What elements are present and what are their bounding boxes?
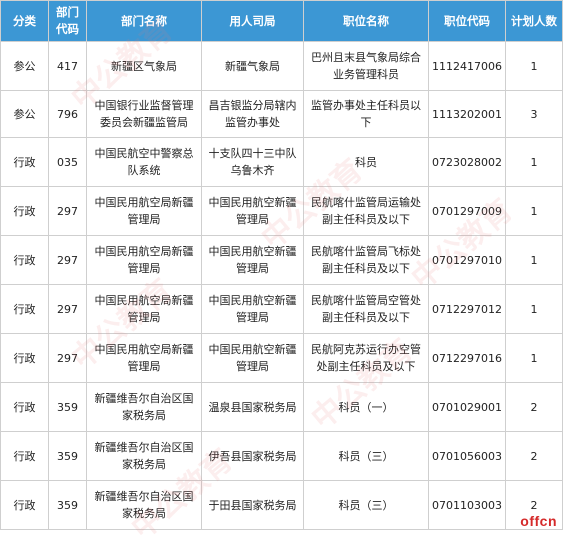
cell-position-name: 民航阿克苏运行办空管处副主任科员及以下 <box>303 333 429 383</box>
header-position-name: 职位名称 <box>303 0 429 42</box>
cell-planned-count: 1 <box>505 137 563 187</box>
cell-dept-code: 297 <box>48 186 87 236</box>
cell-position-code: 1113202001 <box>428 90 506 138</box>
cell-hiring-bureau: 十支队四十三中队乌鲁木齐 <box>201 137 304 187</box>
cell-dept-name: 新疆区气象局 <box>86 41 202 91</box>
cell-category: 行政 <box>0 235 49 285</box>
cell-dept-code: 417 <box>48 41 87 91</box>
cell-planned-count: 1 <box>505 284 563 334</box>
header-hiring-bureau: 用人司局 <box>201 0 304 42</box>
cell-position-name: 民航喀什监管局运输处副主任科员及以下 <box>303 186 429 236</box>
table-row: 行政 359 新疆维吾尔自治区国家税务局 于田县国家税务局 科员（三） 070110300… <box>0 480 563 530</box>
cell-planned-count: 1 <box>505 333 563 383</box>
table-row: 行政 297 中国民用航空局新疆管理局 中国民用航空新疆管理局 民航喀什监管局飞标处副主… <box>0 235 563 285</box>
cell-position-code: 0701297009 <box>428 186 506 236</box>
cell-position-code: 0723028002 <box>428 137 506 187</box>
cell-position-name: 巴州且末县气象局综合业务管理科员 <box>303 41 429 91</box>
cell-dept-name: 新疆维吾尔自治区国家税务局 <box>86 382 202 432</box>
cell-hiring-bureau: 中国民用航空新疆管理局 <box>201 186 304 236</box>
cell-dept-code: 297 <box>48 333 87 383</box>
cell-category: 行政 <box>0 186 49 236</box>
cell-position-code: 0701297010 <box>428 235 506 285</box>
cell-dept-code: 297 <box>48 284 87 334</box>
cell-dept-name: 中国民航空中警察总队系统 <box>86 137 202 187</box>
table-row: 参公 417 新疆区气象局 新疆气象局 巴州且末县气象局综合业务管理科员 11124170… <box>0 41 563 91</box>
cell-position-name: 科员（一） <box>303 382 429 432</box>
cell-position-name: 民航喀什监管局飞标处副主任科员及以下 <box>303 235 429 285</box>
cell-dept-name: 中国民用航空局新疆管理局 <box>86 333 202 383</box>
cell-hiring-bureau: 温泉县国家税务局 <box>201 382 304 432</box>
cell-dept-code: 796 <box>48 90 87 138</box>
header-dept-name: 部门名称 <box>86 0 202 42</box>
offcn-logo: offcn <box>520 513 557 529</box>
cell-category: 行政 <box>0 137 49 187</box>
cell-position-code: 0701029001 <box>428 382 506 432</box>
header-planned-count: 计划人数 <box>505 0 563 42</box>
table-row: 行政 297 中国民用航空局新疆管理局 中国民用航空新疆管理局 民航喀什监管局空管处副主… <box>0 284 563 334</box>
cell-position-code: 1112417006 <box>428 41 506 91</box>
cell-dept-name: 中国民用航空局新疆管理局 <box>86 235 202 285</box>
cell-category: 行政 <box>0 333 49 383</box>
cell-position-name: 监管办事处主任科员以下 <box>303 90 429 138</box>
table-row: 行政 359 新疆维吾尔自治区国家税务局 温泉县国家税务局 科员（一） 070102900… <box>0 382 563 432</box>
cell-position-code: 0712297016 <box>428 333 506 383</box>
cell-hiring-bureau: 新疆气象局 <box>201 41 304 91</box>
cell-dept-name: 中国民用航空局新疆管理局 <box>86 284 202 334</box>
cell-hiring-bureau: 中国民用航空新疆管理局 <box>201 284 304 334</box>
cell-category: 行政 <box>0 431 49 481</box>
cell-hiring-bureau: 伊吾县国家税务局 <box>201 431 304 481</box>
table-row: 参公 796 中国银行业监督管理委员会新疆监管局 昌吉银监分局辖内监管办事处 监管办事处… <box>0 90 563 138</box>
cell-planned-count: 2 <box>505 382 563 432</box>
cell-position-name: 科员（三） <box>303 480 429 530</box>
cell-hiring-bureau: 中国民用航空新疆管理局 <box>201 333 304 383</box>
table-row: 行政 297 中国民用航空局新疆管理局 中国民用航空新疆管理局 民航阿克苏运行办空管处副… <box>0 333 563 383</box>
table-row: 行政 297 中国民用航空局新疆管理局 中国民用航空新疆管理局 民航喀什监管局运输处副主… <box>0 186 563 236</box>
cell-dept-code: 359 <box>48 382 87 432</box>
cell-planned-count: 3 <box>505 90 563 138</box>
cell-dept-name: 中国民用航空局新疆管理局 <box>86 186 202 236</box>
cell-dept-code: 297 <box>48 235 87 285</box>
cell-dept-code: 359 <box>48 480 87 530</box>
cell-planned-count: 1 <box>505 186 563 236</box>
cell-dept-name: 新疆维吾尔自治区国家税务局 <box>86 480 202 530</box>
cell-hiring-bureau: 昌吉银监分局辖内监管办事处 <box>201 90 304 138</box>
cell-position-code: 0712297012 <box>428 284 506 334</box>
cell-hiring-bureau: 于田县国家税务局 <box>201 480 304 530</box>
cell-position-name: 科员 <box>303 137 429 187</box>
cell-planned-count: 1 <box>505 235 563 285</box>
job-positions-table: 分类 部门代码 部门名称 用人司局 职位名称 职位代码 计划人数 参公 417 新疆… <box>0 0 563 530</box>
header-category: 分类 <box>0 0 49 42</box>
cell-position-name: 民航喀什监管局空管处副主任科员及以下 <box>303 284 429 334</box>
cell-planned-count: 2 <box>505 431 563 481</box>
cell-position-code: 0701103003 <box>428 480 506 530</box>
cell-dept-code: 359 <box>48 431 87 481</box>
cell-dept-name: 中国银行业监督管理委员会新疆监管局 <box>86 90 202 138</box>
cell-position-code: 0701056003 <box>428 431 506 481</box>
cell-category: 行政 <box>0 480 49 530</box>
cell-category: 行政 <box>0 284 49 334</box>
cell-dept-code: 035 <box>48 137 87 187</box>
cell-planned-count: 1 <box>505 41 563 91</box>
header-dept-code: 部门代码 <box>48 0 87 42</box>
cell-dept-name: 新疆维吾尔自治区国家税务局 <box>86 431 202 481</box>
cell-hiring-bureau: 中国民用航空新疆管理局 <box>201 235 304 285</box>
table-row: 行政 035 中国民航空中警察总队系统 十支队四十三中队乌鲁木齐 科员 072302800… <box>0 137 563 187</box>
cell-category: 参公 <box>0 90 49 138</box>
cell-category: 参公 <box>0 41 49 91</box>
cell-position-name: 科员（三） <box>303 431 429 481</box>
table-header-row: 分类 部门代码 部门名称 用人司局 职位名称 职位代码 计划人数 <box>0 0 563 42</box>
table-row: 行政 359 新疆维吾尔自治区国家税务局 伊吾县国家税务局 科员（三） 070105600… <box>0 431 563 481</box>
header-position-code: 职位代码 <box>428 0 506 42</box>
cell-category: 行政 <box>0 382 49 432</box>
